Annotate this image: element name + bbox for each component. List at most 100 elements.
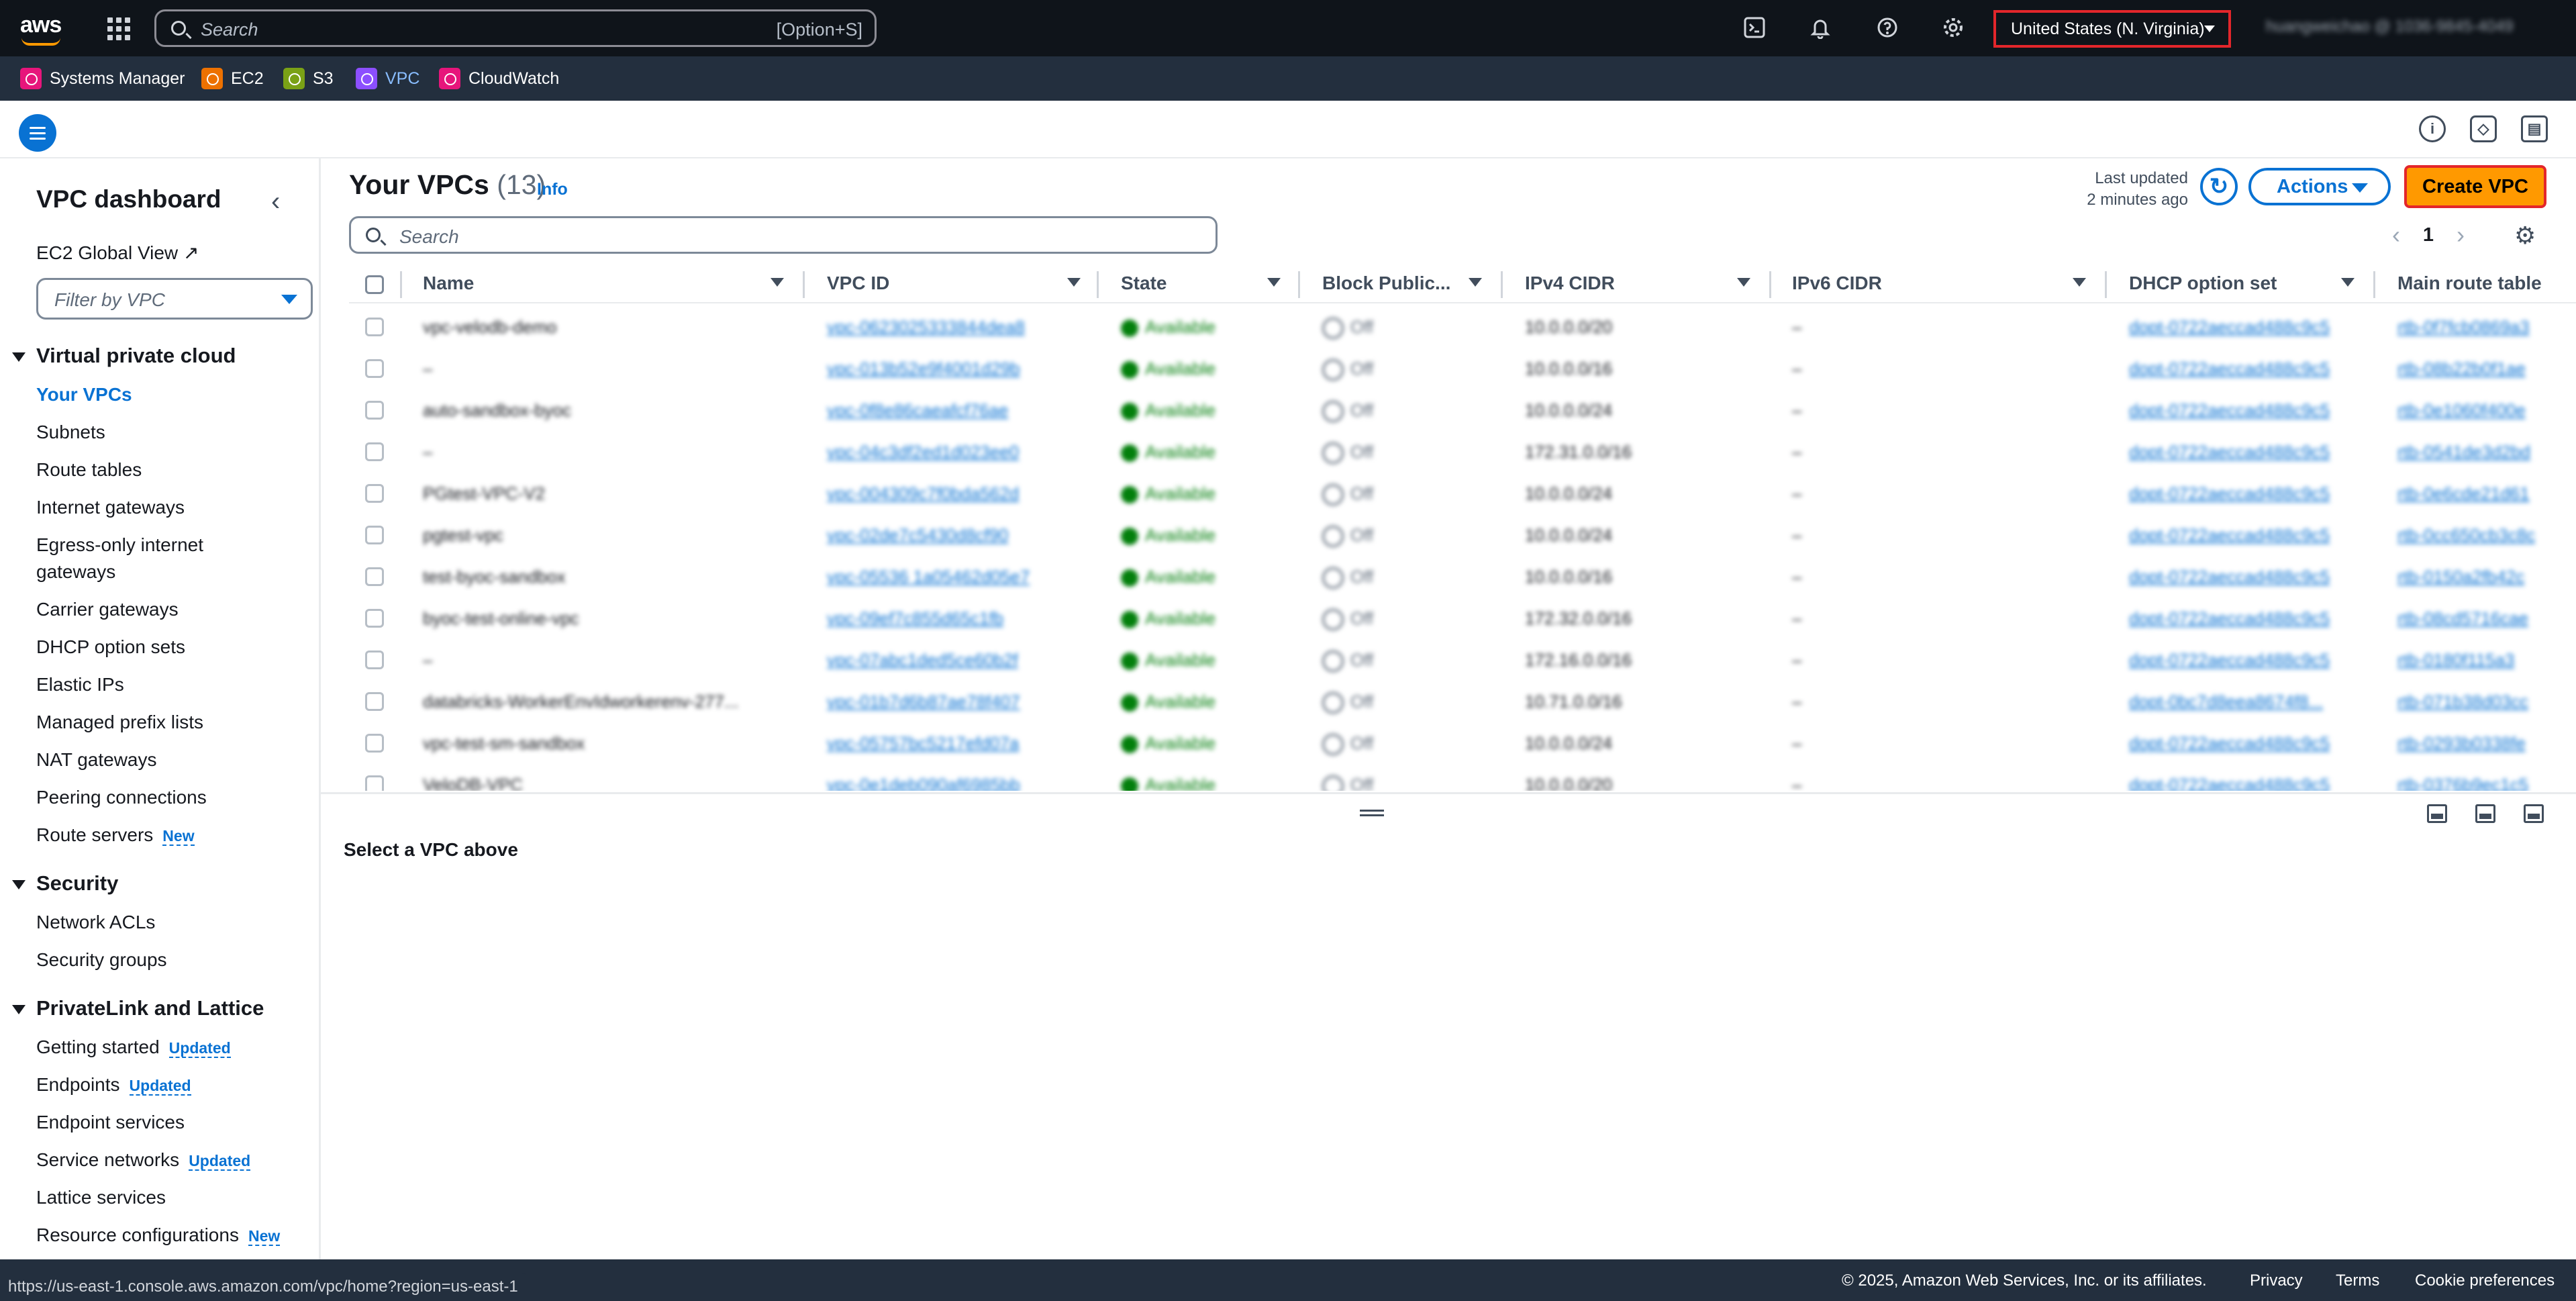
column-header-vpc-id[interactable]: VPC ID: [827, 273, 889, 294]
table-row[interactable]: test-byoc-sandbox vpc-05536 1a05462d05e7…: [349, 556, 2576, 597]
row-checkbox[interactable]: [365, 567, 384, 586]
sidenav-title[interactable]: VPC dashboard: [36, 185, 221, 213]
hamburger-menu-icon[interactable]: [19, 114, 56, 152]
sidebar-item-nat-gateways[interactable]: NAT gateways: [36, 749, 156, 771]
cell-vpc-id-link[interactable]: vpc-07abc1ded5ce60b2f: [827, 650, 1048, 671]
help-icon[interactable]: [1875, 16, 1899, 40]
column-header-state[interactable]: State: [1121, 273, 1167, 294]
next-page-icon[interactable]: ›: [2447, 221, 2474, 249]
row-checkbox[interactable]: [365, 359, 384, 378]
sort-icon[interactable]: [771, 278, 784, 287]
cell-main-route-table-link[interactable]: rtb-0541de3d2bd: [2397, 442, 2576, 463]
split-side-icon[interactable]: [2475, 804, 2495, 823]
row-checkbox[interactable]: [365, 526, 384, 544]
ec2-global-view-link[interactable]: EC2 Global View ↗: [36, 242, 199, 264]
cell-vpc-id-link[interactable]: vpc-0623025333844dea8: [827, 317, 1048, 338]
table-row[interactable]: auto-sandbox-byoc vpc-0f8e86caeafcf76ae …: [349, 389, 2576, 431]
actions-dropdown-button[interactable]: Actions: [2248, 168, 2391, 205]
sidebar-item-your-vpcs[interactable]: Your VPCs: [36, 384, 132, 405]
refresh-button[interactable]: ↻: [2200, 168, 2238, 205]
column-header-dhcp-option-set[interactable]: DHCP option set: [2129, 273, 2277, 294]
row-checkbox[interactable]: [365, 442, 384, 461]
sort-icon[interactable]: [1469, 278, 1482, 287]
cell-main-route-table-link[interactable]: rtb-08b22b0f1ae: [2397, 358, 2576, 379]
privacy-link[interactable]: Privacy: [2250, 1271, 2303, 1290]
row-checkbox[interactable]: [365, 775, 384, 791]
row-checkbox[interactable]: [365, 692, 384, 711]
cell-dhcp-option-set-link[interactable]: dopt-0722aeccad488c9c5: [2129, 775, 2357, 791]
cell-dhcp-option-set-link[interactable]: dopt-0722aeccad488c9c5: [2129, 608, 2357, 629]
section-privatelink-lattice[interactable]: PrivateLink and Lattice: [12, 996, 264, 1020]
cell-main-route-table-link[interactable]: rtb-0180f115a3: [2397, 650, 2576, 671]
favorite-vpc[interactable]: VPC: [356, 67, 419, 90]
table-row[interactable]: VeloDB-VPC vpc-0e1deb090af6985bb Availab…: [349, 764, 2576, 791]
sidebar-item-carrier-gateways[interactable]: Carrier gateways: [36, 599, 179, 620]
column-divider[interactable]: [2373, 271, 2375, 298]
table-row[interactable]: pgtest-vpc vpc-02de7c5430d8cf90 Availabl…: [349, 514, 2576, 556]
row-checkbox[interactable]: [365, 609, 384, 628]
cell-dhcp-option-set-link[interactable]: dopt-0722aeccad488c9c5: [2129, 442, 2357, 463]
cell-main-route-table-link[interactable]: rtb-0f7fcb0869a3: [2397, 317, 2576, 338]
region-selector[interactable]: United States (N. Virginia): [1993, 10, 2231, 48]
cell-vpc-id-link[interactable]: vpc-013b52e9f4001d29b: [827, 358, 1048, 379]
split-panel-toggle-icon[interactable]: ▤: [2521, 115, 2548, 142]
row-checkbox[interactable]: [365, 318, 384, 336]
table-row[interactable]: – vpc-013b52e9f4001d29b Available Off 10…: [349, 348, 2576, 389]
column-header-ipv6-cidr[interactable]: IPv6 CIDR: [1792, 273, 1882, 294]
column-divider[interactable]: [1298, 271, 1300, 298]
cell-vpc-id-link[interactable]: vpc-05757bc5217efd07a: [827, 733, 1048, 754]
column-divider[interactable]: [2105, 271, 2107, 298]
split-bottom-icon[interactable]: [2427, 804, 2447, 823]
resize-handle-icon[interactable]: [1360, 810, 1384, 816]
cell-dhcp-option-set-link[interactable]: dopt-0722aeccad488c9c5: [2129, 567, 2357, 587]
aws-logo[interactable]: aws: [20, 12, 64, 46]
favorite-systems-manager[interactable]: Systems Manager: [20, 67, 185, 90]
current-page[interactable]: 1: [2410, 224, 2447, 246]
cell-vpc-id-link[interactable]: vpc-02de7c5430d8cf90: [827, 525, 1048, 546]
feedback-icon[interactable]: ◇: [2470, 115, 2497, 142]
section-security[interactable]: Security: [12, 871, 118, 896]
column-header-name[interactable]: Name: [423, 273, 474, 294]
table-row[interactable]: – vpc-04c3df2ed1d023ee0 Available Off 17…: [349, 431, 2576, 473]
select-all-checkbox[interactable]: [365, 275, 384, 294]
cell-vpc-id-link[interactable]: vpc-004309c7f0bda562d: [827, 483, 1048, 504]
global-search-input[interactable]: Search [Option+S]: [154, 9, 877, 47]
row-checkbox[interactable]: [365, 401, 384, 420]
sidebar-item-elastic-ips[interactable]: Elastic IPs: [36, 674, 124, 695]
sidebar-item-lattice-services[interactable]: Lattice services: [36, 1187, 166, 1208]
notifications-bell-icon[interactable]: [1808, 16, 1832, 40]
table-row[interactable]: vpc-velodb-demo vpc-0623025333844dea8 Av…: [349, 306, 2576, 348]
cell-dhcp-option-set-link[interactable]: dopt-0722aeccad488c9c5: [2129, 317, 2357, 338]
table-row[interactable]: databricks-WorkerEnvIdworkerenv-277... v…: [349, 681, 2576, 722]
account-menu[interactable]: huangweichao @ 1036-9845-4049: [2266, 17, 2548, 38]
filter-by-vpc-select[interactable]: Filter by VPC: [36, 278, 313, 320]
cell-main-route-table-link[interactable]: rtb-071b38d03cc: [2397, 691, 2576, 712]
favorite-cloudwatch[interactable]: CloudWatch: [439, 67, 559, 90]
cell-main-route-table-link[interactable]: rtb-0376b9ec1c5: [2397, 775, 2576, 791]
sidebar-item-endpoint-services[interactable]: Endpoint services: [36, 1112, 185, 1133]
cell-dhcp-option-set-link[interactable]: dopt-0bc7d8eea8674f8...: [2129, 691, 2357, 712]
column-header-main-route-table[interactable]: Main route table: [2397, 273, 2542, 294]
sidebar-item-internet-gateways[interactable]: Internet gateways: [36, 497, 185, 518]
sidebar-item-peering-connections[interactable]: Peering connections: [36, 787, 207, 808]
collapse-nav-icon[interactable]: ‹: [271, 187, 280, 217]
table-row[interactable]: – vpc-07abc1ded5ce60b2f Available Off 17…: [349, 639, 2576, 681]
sort-icon[interactable]: [2341, 278, 2355, 287]
cloudshell-icon[interactable]: [1742, 16, 1767, 40]
sidebar-item-network-acls[interactable]: Network ACLs: [36, 912, 155, 933]
table-row[interactable]: byoc-test-online-vpc vpc-09ef7c855d65c1f…: [349, 597, 2576, 639]
sidebar-item-egress-only-gateways-line2[interactable]: gateways: [36, 561, 115, 583]
row-checkbox[interactable]: [365, 484, 384, 503]
column-divider[interactable]: [1501, 271, 1503, 298]
sort-icon[interactable]: [1067, 278, 1081, 287]
cell-main-route-table-link[interactable]: rtb-0e1060f400e: [2397, 400, 2576, 421]
split-full-icon[interactable]: [2524, 804, 2544, 823]
info-link[interactable]: Info: [537, 180, 568, 199]
cell-vpc-id-link[interactable]: vpc-05536 1a05462d05e7: [827, 567, 1048, 587]
sidebar-item-getting-started[interactable]: Getting started Updated: [36, 1037, 231, 1058]
sidebar-item-resource-configurations[interactable]: Resource configurations New: [36, 1224, 281, 1246]
column-header-block-public-access[interactable]: Block Public...: [1322, 273, 1450, 294]
column-divider[interactable]: [1769, 271, 1771, 298]
split-panel-divider[interactable]: [321, 792, 2576, 794]
row-checkbox[interactable]: [365, 734, 384, 753]
